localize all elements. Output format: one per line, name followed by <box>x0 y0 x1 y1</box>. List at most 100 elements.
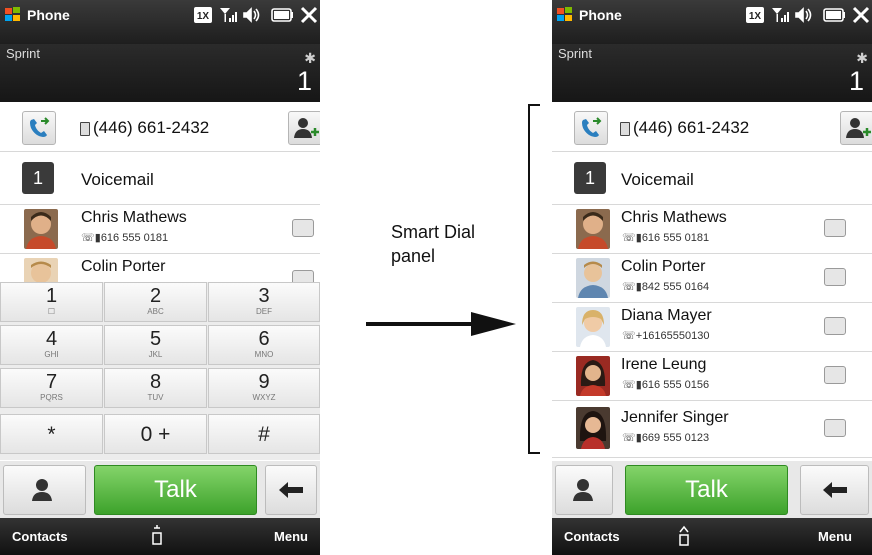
callout-line-1: Smart Dial <box>391 222 476 242</box>
phone-type-icon: ☏▮ <box>81 232 101 244</box>
call-history-icon[interactable] <box>22 111 56 145</box>
smart-dial-bracket <box>528 104 540 454</box>
backspace-button[interactable] <box>265 465 317 515</box>
avatar <box>576 356 610 396</box>
voicemail-badge: 1 <box>574 162 606 194</box>
voicemail-row[interactable]: 1 Voicemail <box>552 152 872 205</box>
contacts-softkey[interactable]: Contacts <box>12 529 68 544</box>
key-star[interactable]: * <box>0 414 103 454</box>
avatar <box>24 258 58 282</box>
battery-icon <box>823 8 845 22</box>
key-9[interactable]: 9 WXYZ <box>208 368 320 408</box>
contact-card-button[interactable] <box>824 219 846 237</box>
avatar <box>576 407 610 449</box>
voicemail-label: Voicemail <box>81 170 154 189</box>
contact-card-button[interactable] <box>824 317 846 335</box>
menu-softkey[interactable]: Menu <box>818 529 852 544</box>
windows-logo-icon[interactable] <box>4 6 21 23</box>
key-2[interactable]: 2 ABC <box>104 282 207 322</box>
contact-row[interactable]: Chris Mathews ☏▮616 555 0181 <box>552 205 872 254</box>
contact-row[interactable]: Colin Porter ☏▮842 555 0164 <box>552 254 872 303</box>
contacts-softkey[interactable]: Contacts <box>564 529 620 544</box>
key-6[interactable]: 6 MNO <box>208 325 320 365</box>
keypad-toggle-icon[interactable] <box>150 524 164 548</box>
contact-row[interactable]: Diana Mayer ☏+16165550130 <box>552 303 872 352</box>
close-icon[interactable] <box>300 6 318 24</box>
avatar <box>24 209 58 249</box>
contact-card-button[interactable] <box>824 419 846 437</box>
speed-dial-button[interactable] <box>555 465 613 515</box>
call-action-bar: Talk <box>0 461 320 518</box>
mobile-phone-icon <box>620 122 630 136</box>
key-hash[interactable]: # <box>208 414 320 454</box>
phone-type-icon: ☏▮ <box>622 281 642 293</box>
app-title: Phone <box>579 7 622 23</box>
key-5[interactable]: 5 JKL <box>104 325 207 365</box>
contact-number: ☏▮669 555 0123 <box>622 432 710 444</box>
key-1[interactable]: 1 ☐ <box>0 282 103 322</box>
contact-name: Diana Mayer <box>621 307 712 324</box>
contact-row[interactable]: Chris Mathews ☏▮616 555 0181 <box>0 205 320 254</box>
talk-button[interactable]: Talk <box>94 465 257 515</box>
network-label: 1X <box>749 11 762 22</box>
speed-dial-button[interactable] <box>3 465 86 515</box>
contact-card-button[interactable] <box>292 219 314 237</box>
backspace-button[interactable] <box>800 465 869 515</box>
voicemail-indicator-icon: ✱ <box>856 50 868 66</box>
dialer-header: Sprint ✱ 1 <box>552 44 872 102</box>
talk-button[interactable]: Talk <box>625 465 788 515</box>
keypad-toggle-icon[interactable] <box>677 524 691 548</box>
key-8[interactable]: 8 TUV <box>104 368 207 408</box>
contact-card-button[interactable] <box>824 268 846 286</box>
transition-arrow-icon <box>366 312 516 336</box>
signal-icon <box>220 8 237 22</box>
speed-dial-icon <box>32 479 52 501</box>
dialed-number: (446) 661-2432 <box>633 118 750 137</box>
add-contact-icon <box>846 118 871 138</box>
add-contact-icon <box>294 118 319 138</box>
voicemail-count: 1 <box>296 66 312 96</box>
contact-row[interactable]: Jennifer Singer ☏▮669 555 0123 <box>552 401 872 458</box>
key-0[interactable]: 0 + <box>104 414 207 454</box>
call-history-row[interactable]: (446) 661-2432 <box>0 103 320 152</box>
status-bar: Phone 1X <box>552 0 872 44</box>
contact-number: ☏▮616 555 0181 <box>81 232 169 244</box>
backspace-arrow-icon <box>279 482 303 498</box>
key-7[interactable]: 7 PQRS <box>0 368 103 408</box>
call-history-row[interactable]: (446) 661-2432 <box>552 103 872 152</box>
key-3[interactable]: 3 DEF <box>208 282 320 322</box>
menu-softkey[interactable]: Menu <box>274 529 308 544</box>
mobile-phone-icon <box>80 122 90 136</box>
add-contact-button[interactable] <box>288 111 320 145</box>
voicemail-badge: 1 <box>22 162 54 194</box>
network-type-icon: 1X <box>194 7 212 23</box>
contact-row[interactable]: Irene Leung ☏▮616 555 0156 <box>552 352 872 401</box>
system-tray: 1X <box>746 6 870 24</box>
add-contact-button[interactable] <box>840 111 872 145</box>
voicemail-row[interactable]: 1 Voicemail <box>0 152 320 205</box>
dial-keypad: 1 ☐ 2 ABC 3 DEF 4 GHI 5 JKL 6 MNO 7 PQRS 8 TUV 9… <box>0 282 320 460</box>
phone-type-icon: ☏ <box>622 330 636 342</box>
windows-logo-icon[interactable] <box>556 6 573 23</box>
close-icon[interactable] <box>852 6 870 24</box>
phone-screen-smart-dial: Phone 1X Sprint ✱ 1 (446) 661-2432 1 Voi… <box>552 0 872 555</box>
avatar <box>576 307 610 347</box>
app-title: Phone <box>27 7 70 23</box>
phone-screen-keypad: Phone 1X Sprint ✱ 1 (446) 661-2432 1 Voi… <box>0 0 320 555</box>
contact-name: Chris Mathews <box>621 209 727 226</box>
softkey-bar: Contacts Menu <box>552 518 872 555</box>
status-bar: Phone 1X <box>0 0 320 44</box>
system-tray: 1X <box>194 6 318 24</box>
key-4[interactable]: 4 GHI <box>0 325 103 365</box>
dialer-header: Sprint ✱ 1 <box>0 44 320 102</box>
call-history-icon[interactable] <box>574 111 608 145</box>
battery-icon <box>271 8 293 22</box>
voicemail-count: 1 <box>848 66 864 96</box>
contact-card-button[interactable] <box>824 366 846 384</box>
contact-number: ☏▮616 555 0156 <box>622 379 710 391</box>
contact-row[interactable]: Colin Porter <box>0 254 320 282</box>
contact-card-button[interactable] <box>292 270 314 282</box>
carrier-label: Sprint <box>6 46 40 61</box>
contact-name: Jennifer Singer <box>621 409 729 426</box>
network-type-icon: 1X <box>746 7 764 23</box>
